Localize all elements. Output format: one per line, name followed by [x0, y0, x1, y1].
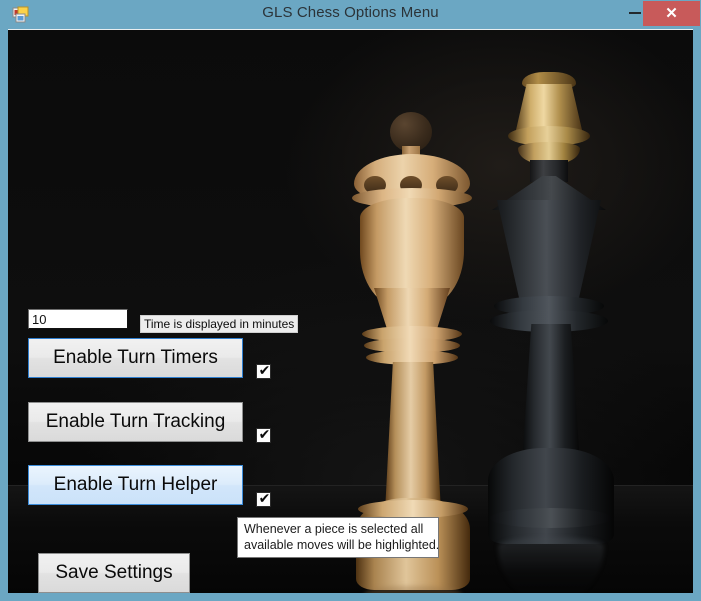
checkmark-icon: ✔ [258, 427, 271, 443]
window-title: GLS Chess Options Menu [262, 4, 439, 21]
close-icon: ✕ [665, 5, 678, 22]
turn-helper-checkbox[interactable]: ✔ [256, 491, 271, 507]
checkmark-icon: ✔ [258, 491, 271, 507]
turn-timers-checkbox[interactable]: ✔ [256, 363, 271, 379]
tooltip-line-1: Whenever a piece is selected all [244, 522, 424, 536]
black-king-piece [468, 72, 628, 593]
checkmark-icon: ✔ [258, 363, 271, 379]
enable-turn-tracking-button[interactable]: Enable Turn Tracking [28, 402, 243, 442]
minimize-icon [629, 12, 641, 14]
save-settings-button[interactable]: Save Settings [38, 553, 190, 593]
application-window: GLS Chess Options Menu ✕ 10 Time is disp… [0, 0, 701, 601]
turn-helper-tooltip: Whenever a piece is selected all availab… [237, 517, 439, 558]
enable-turn-helper-button[interactable]: Enable Turn Helper [28, 465, 243, 505]
close-button[interactable]: ✕ [643, 1, 700, 26]
client-area: Time is displayed in minutes Enable Turn… [8, 29, 693, 593]
time-units-label: Time is displayed in minutes [140, 315, 299, 333]
title-bar[interactable]: GLS Chess Options Menu ✕ [0, 0, 701, 29]
enable-turn-timers-button[interactable]: Enable Turn Timers [28, 338, 243, 378]
application-form-icon [12, 6, 29, 23]
tooltip-line-2: available moves will be highlighted. [244, 538, 440, 552]
turn-tracking-checkbox[interactable]: ✔ [256, 427, 271, 443]
turn-time-input[interactable] [28, 309, 128, 329]
